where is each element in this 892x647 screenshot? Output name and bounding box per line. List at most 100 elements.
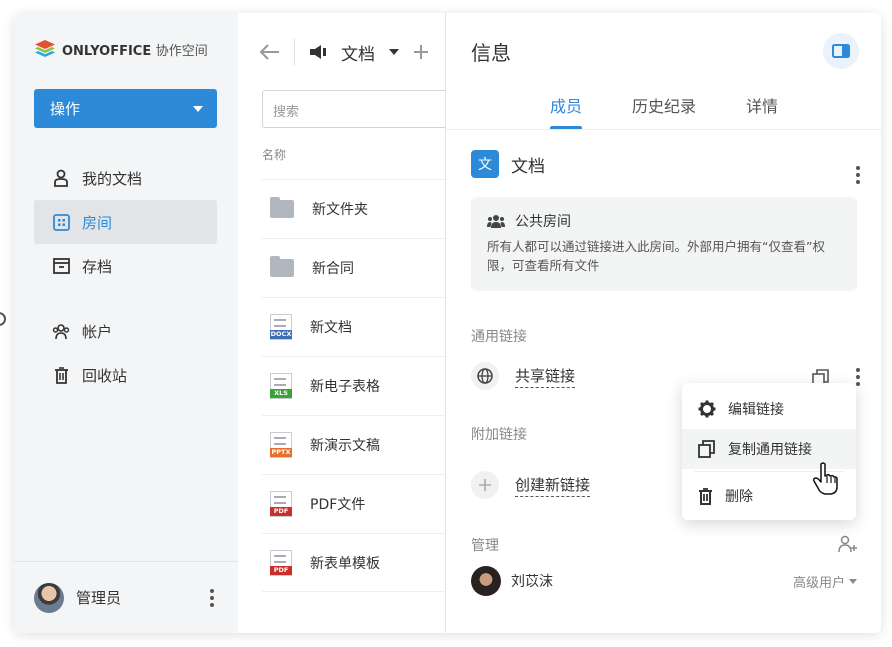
- file-name: 新表单模板: [310, 555, 380, 572]
- share-link-row[interactable]: 共享链接: [471, 362, 576, 390]
- file-row[interactable]: PDF PDF文件: [262, 474, 446, 533]
- column-header-name[interactable]: 名称: [262, 146, 286, 163]
- copy-icon: [698, 440, 715, 458]
- actions-button[interactable]: 操作: [34, 89, 217, 128]
- member-role: 高级用户: [792, 575, 845, 591]
- file-type-tag: PDF: [270, 565, 292, 575]
- sidebar-item-label: 我的文档: [82, 169, 143, 188]
- member-role-select[interactable]: 高级用户: [793, 572, 857, 591]
- file-row[interactable]: XLS 新电子表格: [262, 356, 446, 415]
- menu-item-label: 删除: [725, 489, 753, 505]
- room-name: 文档: [511, 156, 545, 177]
- link-more-icon[interactable]: [856, 368, 860, 386]
- accounts-icon: [52, 322, 70, 340]
- globe-icon: [471, 362, 499, 390]
- caret-down-icon[interactable]: [389, 49, 399, 55]
- file-name: 新文档: [310, 320, 352, 336]
- sidebar-item-my-documents[interactable]: 我的文档: [34, 156, 217, 200]
- onlyoffice-logo-icon: [35, 40, 55, 57]
- sidebar-item-accounts[interactable]: 帐户: [34, 309, 217, 353]
- sidebar-profile[interactable]: 管理员: [14, 561, 238, 633]
- person-icon: [52, 169, 70, 187]
- folder-title[interactable]: 文档: [341, 40, 375, 65]
- share-link-label[interactable]: 共享链接: [515, 365, 576, 388]
- xls-file-icon: XLS: [270, 373, 292, 399]
- public-room-description: 所有人都可以通过链接进入此房间。外部用户拥有“仅查看”权限，可查看所有文件: [487, 239, 825, 274]
- tab-details[interactable]: 详情: [746, 93, 778, 129]
- panel-title: 信息: [471, 41, 511, 65]
- caret-down-icon: [193, 105, 203, 112]
- link-context-menu: 编辑链接 复制通用链接 删除: [682, 383, 856, 520]
- more-icon[interactable]: [210, 588, 214, 607]
- logo[interactable]: ONLYOFFICE 协作空间: [34, 39, 208, 59]
- sidebar-item-rooms[interactable]: 房间: [34, 200, 217, 244]
- menu-item-label: 编辑链接: [728, 402, 784, 418]
- edge-ring-icon: [0, 312, 6, 326]
- file-name: 新合同: [312, 261, 354, 277]
- plus-icon: [471, 471, 499, 499]
- menu-item-label: 复制通用链接: [728, 442, 812, 458]
- rooms-icon: [52, 213, 70, 231]
- file-name: 新电子表格: [310, 379, 380, 395]
- tab-members[interactable]: 成员: [549, 93, 582, 129]
- sidebar-item-archive[interactable]: 存档: [34, 244, 217, 288]
- file-toolbar: 文档: [260, 39, 429, 65]
- member-name: 刘苡沫: [511, 574, 553, 590]
- general-links-label: 通用链接: [471, 329, 527, 345]
- back-arrow-icon[interactable]: [260, 44, 280, 60]
- actions-button-label: 操作: [50, 100, 81, 118]
- sidebar-item-trash[interactable]: 回收站: [34, 353, 217, 397]
- panel-tabs: 成员 历史纪录 详情: [446, 93, 881, 129]
- file-name: PDF文件: [310, 497, 366, 513]
- file-row[interactable]: 新合同: [262, 238, 446, 297]
- file-type-tag: PPTX: [270, 448, 292, 457]
- pdf-file-icon: PDF: [270, 491, 292, 517]
- room-header: 文 文档: [471, 150, 545, 178]
- panel-toggle-button[interactable]: [823, 33, 859, 69]
- file-row[interactable]: 新文件夹: [262, 179, 446, 238]
- sidebar-item-label: 房间: [82, 213, 113, 232]
- avatar: [34, 582, 64, 613]
- pptx-file-icon: PPTX: [270, 432, 292, 458]
- tab-history[interactable]: 历史纪录: [632, 93, 696, 129]
- file-type-tag: PDF: [270, 507, 292, 516]
- create-link-label[interactable]: 创建新链接: [515, 474, 591, 497]
- add-user-icon[interactable]: [838, 535, 858, 553]
- info-panel: 信息 成员 历史纪录 详情 文 文档 公共房间 所有人都可以通过链接进入此房间。…: [445, 13, 881, 633]
- divider: [294, 39, 295, 65]
- sidebar-panel-icon: [832, 44, 850, 58]
- folder-icon: [270, 256, 294, 277]
- additional-links-label: 附加链接: [471, 427, 527, 443]
- trash-icon: [699, 487, 712, 505]
- docx-file-icon: DOCX: [270, 314, 292, 340]
- file-type-tag: XLS: [270, 389, 292, 398]
- file-row[interactable]: PPTX 新演示文稿: [262, 415, 446, 474]
- plus-icon[interactable]: [413, 44, 429, 60]
- member-row[interactable]: 刘苡沫 高级用户: [471, 566, 857, 596]
- create-link-row[interactable]: 创建新链接: [471, 471, 591, 499]
- gear-icon: [698, 400, 716, 418]
- file-row[interactable]: PDF 新表单模板: [262, 533, 446, 592]
- room-more-icon[interactable]: [856, 166, 860, 184]
- avatar: [471, 566, 501, 596]
- public-room-icon: [310, 45, 326, 59]
- menu-item-edit-link[interactable]: 编辑链接: [682, 389, 856, 429]
- people-icon: [487, 215, 505, 228]
- file-list-pane: 文档 搜索 名称 新文件夹 新合同 DOCX 新文档 XLS 新电子表格 PPT…: [238, 13, 462, 633]
- sidebar-item-label: 帐户: [82, 322, 113, 341]
- caret-down-icon: [849, 578, 857, 584]
- public-room-title: 公共房间: [515, 214, 571, 230]
- folder-icon: [270, 197, 294, 218]
- file-type-tag: DOCX: [270, 330, 292, 339]
- sidebar: ONLYOFFICE 协作空间 操作 我的文档 房间 存档 帐户 回收站 管理员: [14, 13, 238, 633]
- search-input[interactable]: 搜索: [262, 90, 462, 128]
- room-icon: 文: [471, 150, 499, 178]
- manage-label: 管理: [471, 538, 499, 554]
- file-name: 新文件夹: [312, 202, 368, 218]
- hand-cursor-icon: [813, 462, 838, 495]
- file-row[interactable]: DOCX 新文档: [262, 297, 446, 356]
- archive-icon: [52, 257, 70, 275]
- app-window: ONLYOFFICE 协作空间 操作 我的文档 房间 存档 帐户 回收站 管理员…: [14, 13, 881, 633]
- sidebar-item-label: 回收站: [82, 366, 128, 385]
- panel-body: 文 文档 公共房间 所有人都可以通过链接进入此房间。外部用户拥有“仅查看”权限，…: [446, 129, 881, 633]
